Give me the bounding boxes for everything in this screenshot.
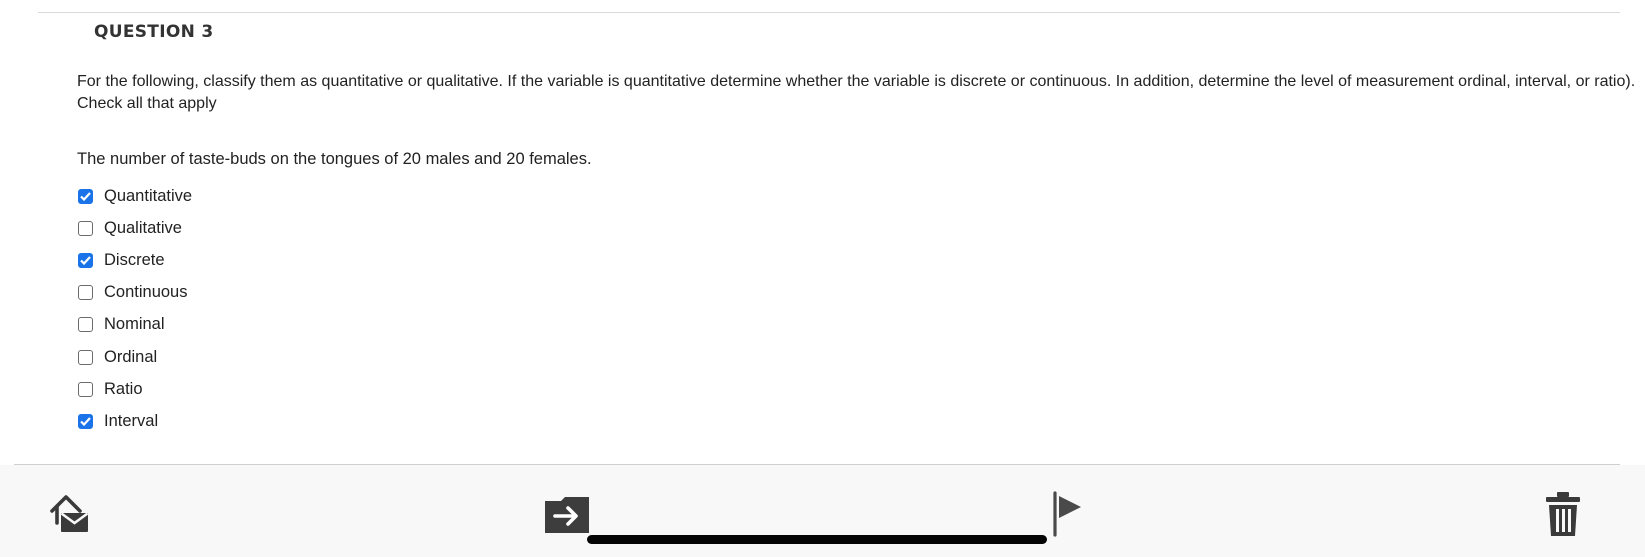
- top-divider: [38, 12, 1620, 13]
- checkbox-checked[interactable]: [78, 188, 93, 204]
- option-label: Continuous: [104, 283, 188, 302]
- option-label: Quantitative: [104, 186, 193, 205]
- answer-options: Quantitative Qualitative Discrete Contin…: [78, 180, 192, 438]
- option-ordinal[interactable]: Ordinal: [78, 341, 192, 373]
- home-indicator-bar[interactable]: [587, 535, 1047, 544]
- option-label: Nominal: [104, 315, 165, 334]
- option-qualitative[interactable]: Qualitative: [78, 212, 192, 244]
- trash-icon[interactable]: [1543, 491, 1583, 537]
- checkbox-unchecked[interactable]: [78, 349, 93, 365]
- move-to-folder-icon[interactable]: [543, 495, 591, 535]
- option-nominal[interactable]: Nominal: [78, 309, 192, 341]
- checkbox-unchecked[interactable]: [78, 381, 93, 397]
- checkbox-unchecked[interactable]: [78, 285, 93, 301]
- option-quantitative[interactable]: Quantitative: [78, 180, 192, 212]
- option-label: Discrete: [104, 250, 165, 269]
- question-title: QUESTION 3: [94, 22, 214, 42]
- checkbox-checked[interactable]: [78, 413, 93, 429]
- option-ratio[interactable]: Ratio: [78, 373, 192, 405]
- option-label: Ratio: [104, 379, 143, 398]
- checkbox-checked[interactable]: [78, 252, 93, 268]
- option-interval[interactable]: Interval: [78, 405, 192, 437]
- question-prompt: The number of taste-buds on the tongues …: [77, 150, 592, 168]
- option-label: Ordinal: [104, 347, 158, 366]
- option-label: Interval: [104, 411, 159, 430]
- option-continuous[interactable]: Continuous: [78, 277, 192, 309]
- question-instructions: For the following, classify them as quan…: [77, 73, 1636, 112]
- mail-home-icon[interactable]: [46, 491, 94, 535]
- option-label: Qualitative: [104, 218, 182, 237]
- option-discrete[interactable]: Discrete: [78, 244, 192, 276]
- checkbox-unchecked[interactable]: [78, 317, 93, 333]
- checkbox-unchecked[interactable]: [78, 220, 93, 236]
- flag-icon[interactable]: [1050, 491, 1086, 537]
